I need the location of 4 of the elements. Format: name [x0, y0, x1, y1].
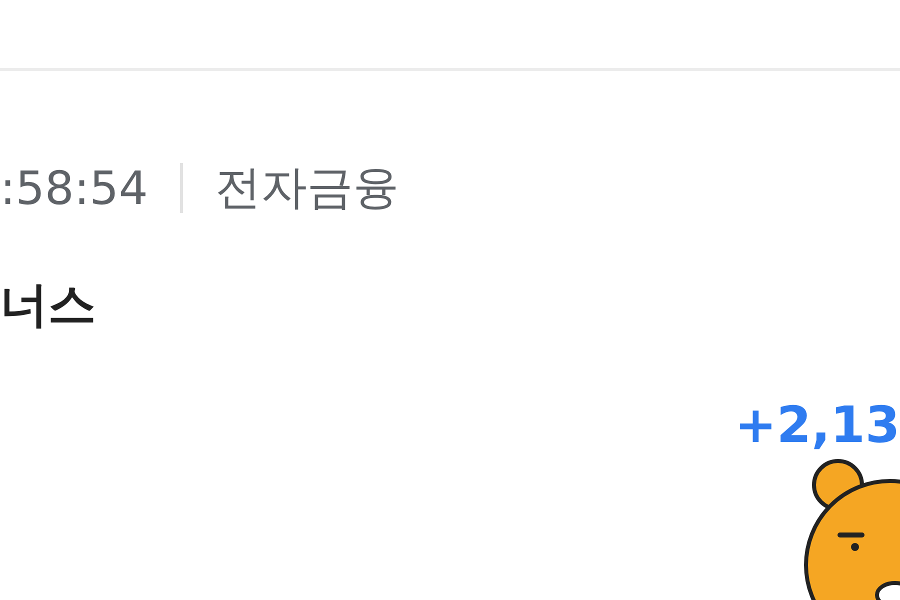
- time-text: :58:54: [0, 161, 148, 215]
- category-text: 전자금융: [215, 159, 400, 216]
- article-title: 너스: [0, 276, 97, 335]
- amount-text: +2,13: [734, 395, 900, 455]
